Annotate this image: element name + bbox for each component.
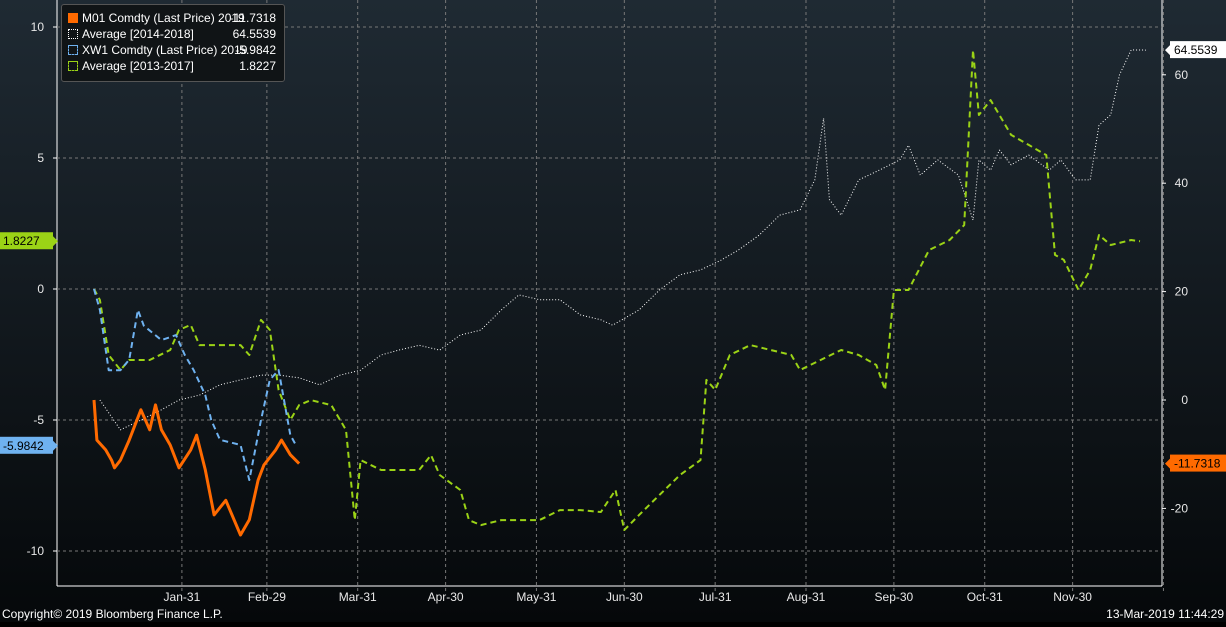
timestamp: 13-Mar-2019 11:44:29 [1106, 607, 1224, 621]
left-tick-label: -5 [33, 413, 44, 427]
last-value-tag: -11.7318 [1165, 455, 1226, 472]
legend-label: Average [2013-2017] [82, 59, 194, 73]
legend-label: XW1 Comdty (Last Price) 2019 [82, 43, 247, 57]
line-chart: Jan-31 Feb-29 Mar-31 Apr-30 May-31 Jun-30 Jul-… [0, 0, 1226, 622]
last-value-tag-label: 64.5539 [1174, 43, 1218, 57]
legend-item-avg-2014-2018: Average [2014-2018] 64.5539 [68, 26, 276, 42]
x-tick-label: Mar-31 [339, 590, 377, 604]
legend-label: Average [2014-2018] [82, 27, 194, 41]
legend-value: -5.9842 [235, 42, 276, 58]
last-value-tag-label: -5.9842 [3, 439, 44, 453]
legend-value: -11.7318 [230, 10, 276, 26]
green-dashed-swatch-icon [68, 61, 78, 71]
right-tick-label: 40 [1175, 176, 1189, 190]
last-value-tag-label: -11.7318 [1174, 457, 1221, 471]
last-value-tag-pointer [1165, 459, 1170, 469]
left-tick-label: 5 [37, 151, 44, 165]
legend-value: 1.8227 [239, 58, 276, 74]
x-tick-label: Jan-31 [164, 590, 201, 604]
right-tick-label: 60 [1175, 68, 1189, 82]
last-value-tag: -5.9842 [0, 437, 58, 454]
left-tick-label: -10 [27, 544, 45, 558]
legend-item-xw1: XW1 Comdty (Last Price) 2019-5.9842 [68, 42, 276, 58]
series-line-average-2013-2017- [94, 50, 1140, 530]
legend-item-avg-2013-2017: Average [2013-2017] 1.8227 [68, 58, 276, 74]
right-tick-label: 0 [1181, 393, 1188, 407]
last-value-tag: 64.5539 [1165, 41, 1226, 58]
legend-label: M01 Comdty (Last Price) 2019 [82, 11, 245, 25]
left-tick-label: 0 [37, 282, 44, 296]
right-tick-label: 20 [1175, 285, 1189, 299]
x-tick-label: Jun-30 [606, 590, 643, 604]
last-value-tag-label: 1.8227 [3, 234, 40, 248]
blue-dashed-swatch-icon [68, 45, 78, 55]
legend-value: 64.5539 [233, 26, 276, 42]
white-dotted-swatch-icon [68, 29, 78, 39]
x-tick-label: May-31 [516, 590, 556, 604]
right-tick-label: -20 [1171, 501, 1189, 515]
series-line-average-2014-2018- [100, 50, 1146, 430]
copyright: Copyright© 2019 Bloomberg Finance L.P. [2, 607, 223, 621]
x-tick-label: Oct-31 [967, 590, 1003, 604]
orange-swatch-icon [68, 13, 78, 23]
last-value-tag-pointer [1165, 45, 1170, 55]
x-tick-label: Apr-30 [428, 590, 464, 604]
left-tick-label: 10 [31, 20, 45, 34]
chart-area: Jan-31 Feb-29 Mar-31 Apr-30 May-31 Jun-30 Jul-… [0, 0, 1226, 622]
last-value-tag: 1.8227 [0, 232, 58, 249]
x-tick-label: Sep-30 [875, 590, 914, 604]
x-tick-label: Nov-30 [1053, 590, 1092, 604]
legend: M01 Comdty (Last Price) 2019-11.7318 Ave… [61, 4, 285, 82]
x-tick-label: Jul-31 [699, 590, 732, 604]
x-tick-label: Aug-31 [787, 590, 826, 604]
legend-item-m01: M01 Comdty (Last Price) 2019-11.7318 [68, 10, 276, 26]
x-tick-label: Feb-29 [248, 590, 286, 604]
